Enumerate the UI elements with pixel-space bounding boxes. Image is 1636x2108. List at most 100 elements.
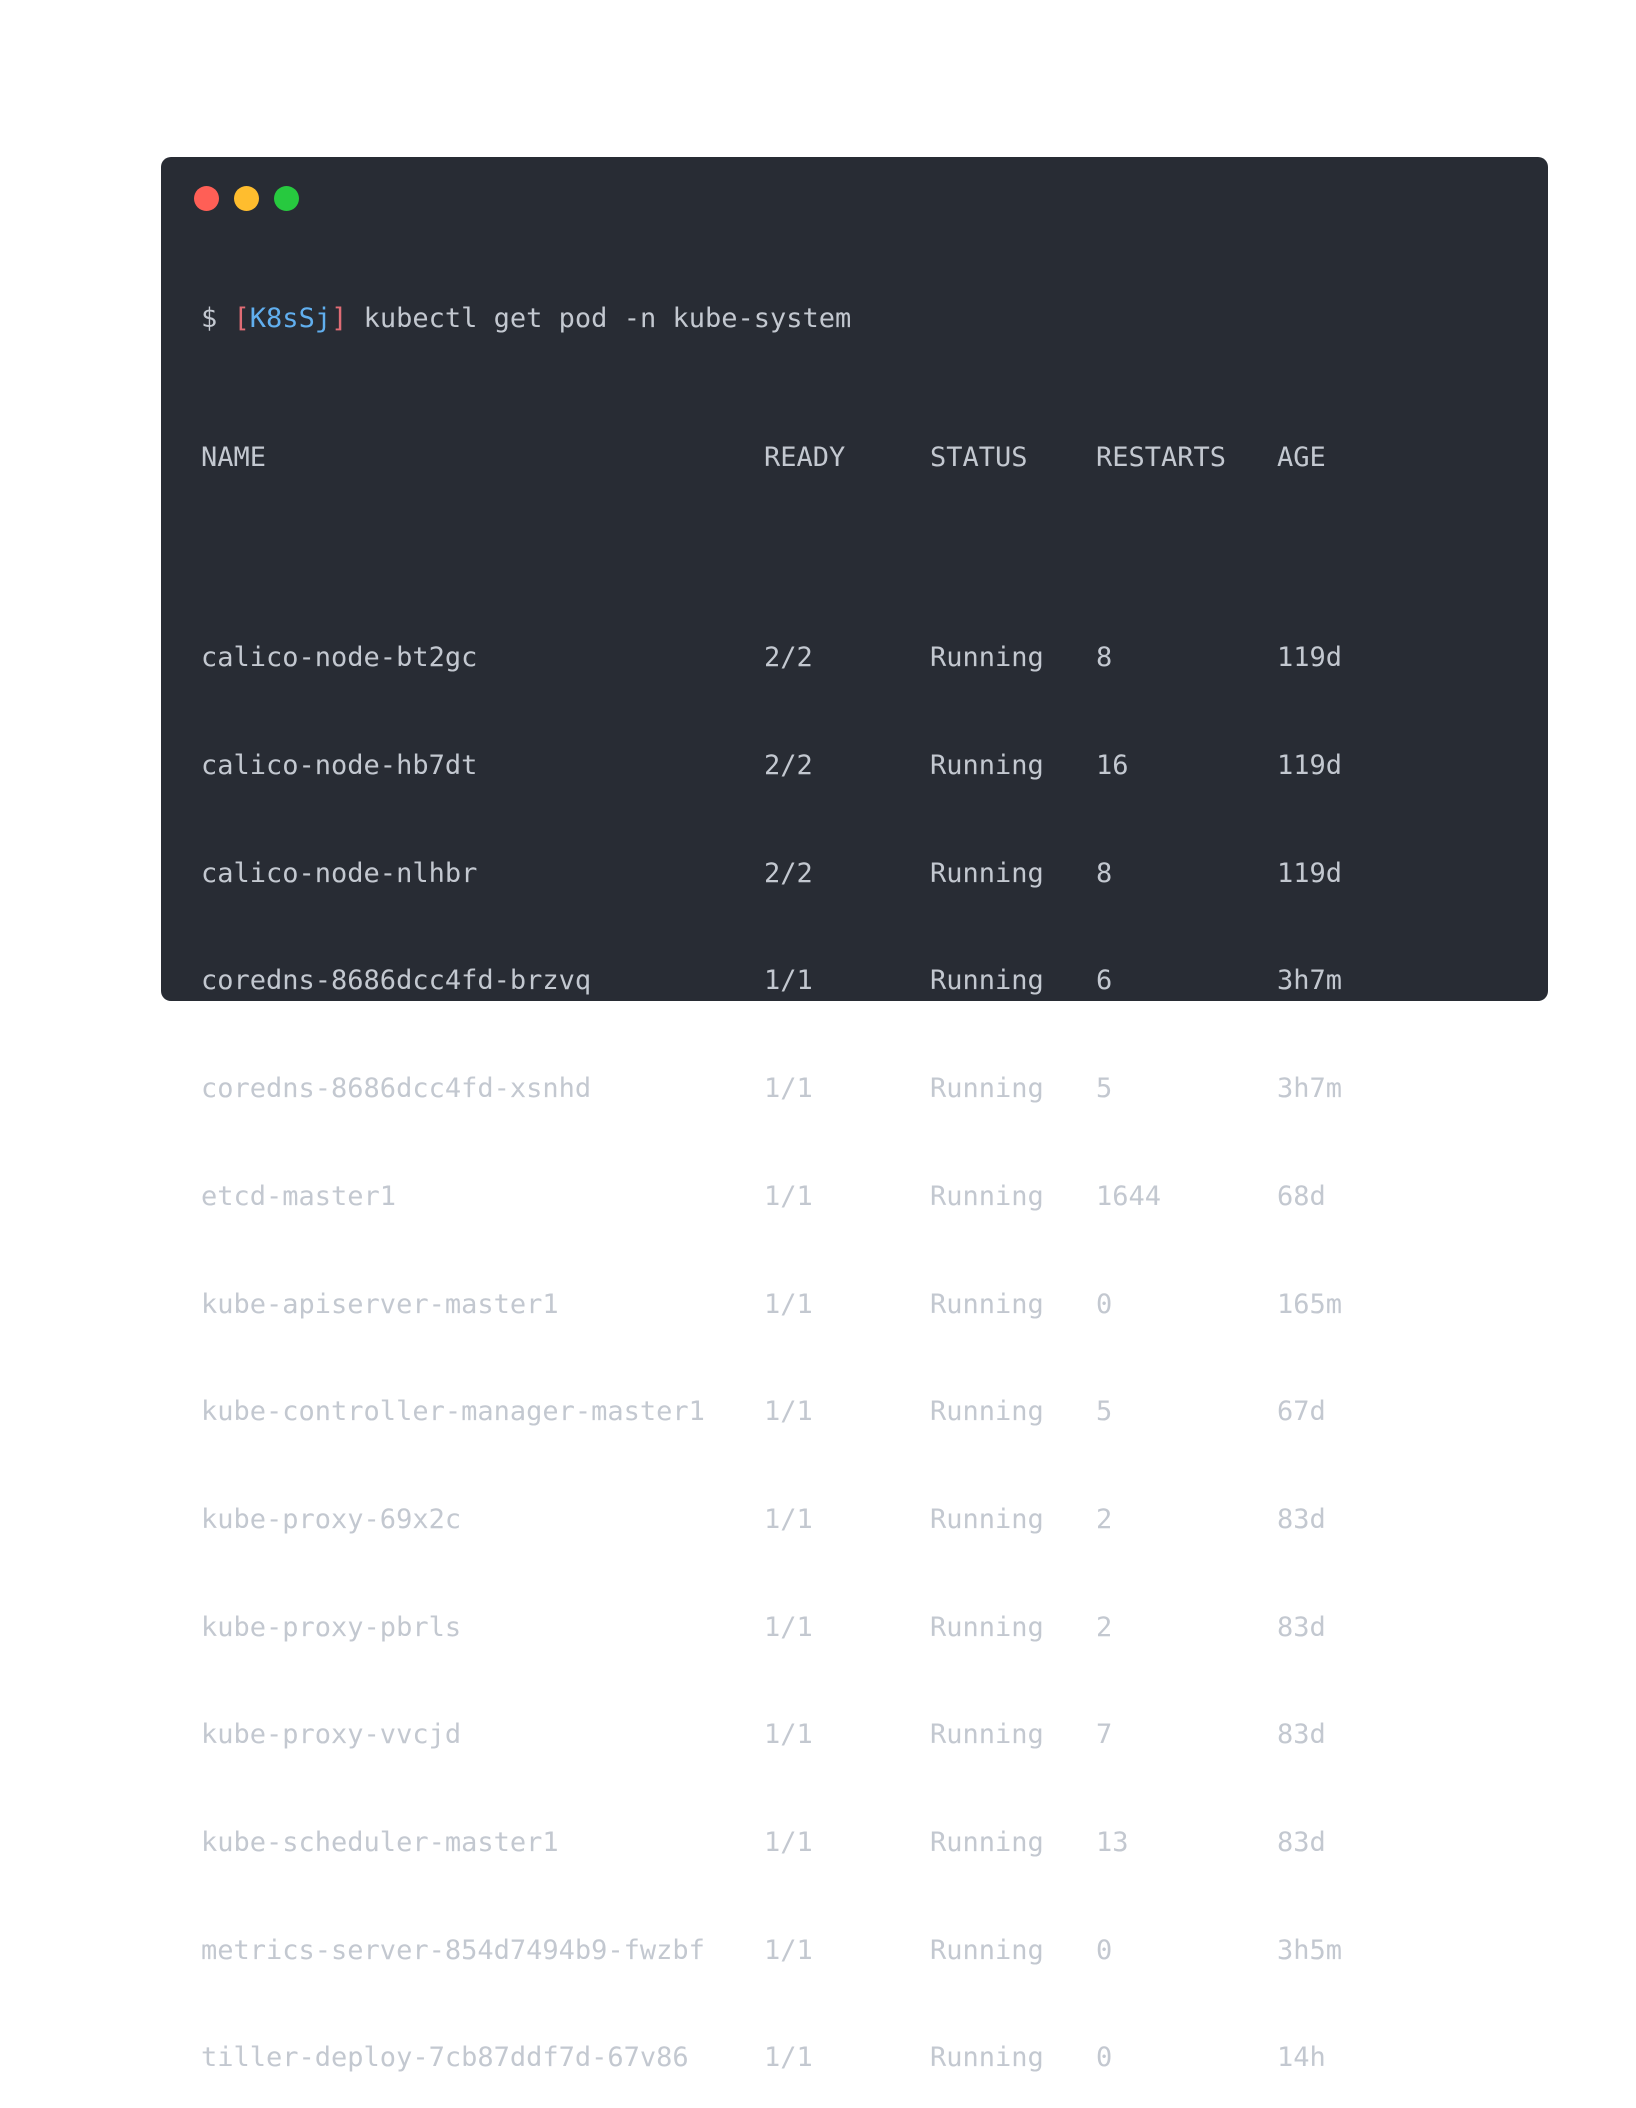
pod-age: 119d (1277, 750, 1343, 782)
close-button[interactable] (194, 186, 219, 211)
pod-age: 68d (1277, 1180, 1326, 1212)
pod-ready: 1/1 (764, 1288, 813, 1320)
maximize-button[interactable] (274, 186, 299, 211)
pod-age: 83d (1277, 1611, 1326, 1643)
table-header-row: NAME READY STATUS RESTARTS AGE (201, 435, 1437, 481)
pod-name: etcd-master1 (201, 1180, 397, 1212)
prompt-symbol: $ (201, 303, 218, 334)
pod-age: 3h5m (1277, 1934, 1343, 1966)
header-age: AGE (1277, 441, 1326, 473)
window-controls (194, 186, 299, 211)
pod-status: Running (930, 750, 1044, 782)
pod-restarts: 5 (1096, 1073, 1113, 1105)
table-row: kube-proxy-69x2c 1/1 Running 2 83d (201, 1497, 1437, 1543)
terminal-output: $ [K8sSj] kubectl get pod -n kube-system… (201, 234, 1437, 2108)
context-close-bracket: ] (331, 303, 348, 334)
table-row: calico-node-hb7dt 2/2 Running 16 119d (201, 743, 1437, 789)
pod-restarts: 8 (1096, 642, 1113, 674)
pod-list: calico-node-bt2gc 2/2 Running 8 119d cal… (201, 573, 1437, 2108)
pod-name: kube-proxy-69x2c (201, 1503, 462, 1535)
pod-name: calico-node-nlhbr (201, 857, 478, 889)
pod-ready: 2/2 (764, 642, 813, 674)
pod-ready: 1/1 (764, 2042, 813, 2074)
pod-name: kube-scheduler-master1 (201, 1826, 559, 1858)
header-ready: READY (764, 441, 846, 473)
pod-status: Running (930, 1719, 1044, 1751)
pod-age: 67d (1277, 1396, 1326, 1428)
pod-status: Running (930, 1503, 1044, 1535)
pod-status: Running (930, 1396, 1044, 1428)
table-row: calico-node-nlhbr 2/2 Running 8 119d (201, 851, 1437, 897)
pod-ready: 1/1 (764, 1396, 813, 1428)
pod-name: tiller-deploy-7cb87ddf7d-67v86 (201, 2042, 689, 2074)
pod-ready: 2/2 (764, 857, 813, 889)
pod-ready: 1/1 (764, 965, 813, 997)
table-row: tiller-deploy-7cb87ddf7d-67v86 1/1 Runni… (201, 2035, 1437, 2081)
pod-name: coredns-8686dcc4fd-brzvq (201, 965, 592, 997)
pod-age: 83d (1277, 1503, 1326, 1535)
pod-name: kube-apiserver-master1 (201, 1288, 559, 1320)
pod-name: coredns-8686dcc4fd-xsnhd (201, 1073, 592, 1105)
pod-status: Running (930, 642, 1044, 674)
table-row: calico-node-bt2gc 2/2 Running 8 119d (201, 635, 1437, 681)
pod-ready: 1/1 (764, 1611, 813, 1643)
pod-restarts: 13 (1096, 1826, 1129, 1858)
pod-age: 83d (1277, 1826, 1326, 1858)
pod-status: Running (930, 1826, 1044, 1858)
table-row: etcd-master1 1/1 Running 1644 68d (201, 1174, 1437, 1220)
pod-ready: 1/1 (764, 1503, 813, 1535)
pod-restarts: 5 (1096, 1396, 1113, 1428)
table-row: kube-proxy-vvcjd 1/1 Running 7 83d (201, 1712, 1437, 1758)
pod-name: calico-node-hb7dt (201, 750, 478, 782)
pod-status: Running (930, 1934, 1044, 1966)
context-open-bracket: [ (233, 303, 250, 334)
pod-status: Running (930, 965, 1044, 997)
pod-name: kube-proxy-pbrls (201, 1611, 462, 1643)
pod-restarts: 2 (1096, 1611, 1113, 1643)
table-row: kube-controller-manager-master1 1/1 Runn… (201, 1389, 1437, 1435)
table-row: kube-scheduler-master1 1/1 Running 13 83… (201, 1820, 1437, 1866)
table-row: kube-apiserver-master1 1/1 Running 0 165… (201, 1282, 1437, 1328)
table-row: coredns-8686dcc4fd-xsnhd 1/1 Running 5 3… (201, 1066, 1437, 1112)
pod-ready: 1/1 (764, 1719, 813, 1751)
pod-ready: 1/1 (764, 1934, 813, 1966)
pod-name: kube-controller-manager-master1 (201, 1396, 705, 1428)
header-status: STATUS (930, 441, 1028, 473)
pod-status: Running (930, 1611, 1044, 1643)
table-row: kube-proxy-pbrls 1/1 Running 2 83d (201, 1605, 1437, 1651)
pod-restarts: 7 (1096, 1719, 1113, 1751)
table-row: coredns-8686dcc4fd-brzvq 1/1 Running 6 3… (201, 958, 1437, 1004)
pod-age: 165m (1277, 1288, 1343, 1320)
pod-status: Running (930, 1288, 1044, 1320)
pod-name: kube-proxy-vvcjd (201, 1719, 462, 1751)
pod-age: 119d (1277, 857, 1343, 889)
pod-ready: 1/1 (764, 1826, 813, 1858)
pod-status: Running (930, 857, 1044, 889)
pod-ready: 1/1 (764, 1180, 813, 1212)
pod-status: Running (930, 1180, 1044, 1212)
pod-age: 14h (1277, 2042, 1326, 2074)
pod-restarts: 6 (1096, 965, 1113, 997)
pod-ready: 1/1 (764, 1073, 813, 1105)
pod-age: 83d (1277, 1719, 1326, 1751)
pod-name: calico-node-bt2gc (201, 642, 478, 674)
pod-age: 3h7m (1277, 1073, 1343, 1105)
pod-restarts: 2 (1096, 1503, 1113, 1535)
pod-restarts: 0 (1096, 1934, 1113, 1966)
pod-restarts: 1644 (1096, 1180, 1162, 1212)
table-row: metrics-server-854d7494b9-fwzbf 1/1 Runn… (201, 1928, 1437, 1974)
pod-status: Running (930, 1073, 1044, 1105)
command-text: kubectl get pod -n kube-system (363, 303, 852, 334)
pod-ready: 2/2 (764, 750, 813, 782)
header-restarts: RESTARTS (1096, 441, 1227, 473)
terminal-window: $ [K8sSj] kubectl get pod -n kube-system… (161, 157, 1548, 2073)
command-prompt: $ [K8sSj] kubectl get pod -n kube-system (201, 296, 1437, 342)
pod-restarts: 0 (1096, 2042, 1113, 2074)
pod-age: 3h7m (1277, 965, 1343, 997)
pod-restarts: 16 (1096, 750, 1129, 782)
pod-restarts: 8 (1096, 857, 1113, 889)
pod-restarts: 0 (1096, 1288, 1113, 1320)
minimize-button[interactable] (234, 186, 259, 211)
header-name: NAME (201, 441, 267, 473)
kube-context: K8sSj (249, 303, 332, 334)
